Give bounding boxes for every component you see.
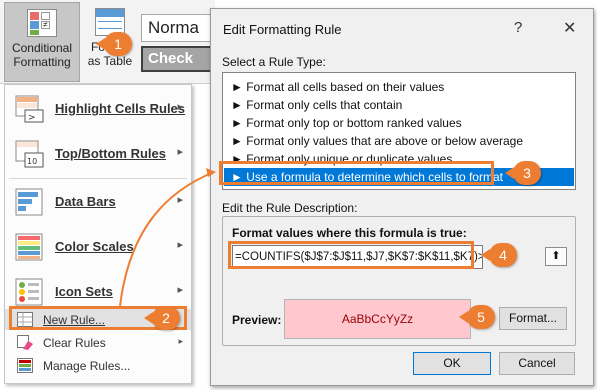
menu-item-label: Color Scales	[55, 239, 134, 254]
collapse-dialog-button[interactable]: ⬆	[545, 247, 567, 266]
menu-item-label: Data Bars	[55, 194, 116, 209]
chevron-right-icon: ▸	[177, 239, 183, 251]
edit-description-label: Edit the Rule Description:	[222, 201, 358, 215]
svg-text:>: >	[28, 113, 36, 123]
menu-item-color-scales[interactable]: Color Scales ▸	[5, 225, 191, 270]
manage-rules-label: Manage Rules...	[43, 359, 131, 373]
menu-item-clear-rules[interactable]: Clear Rules ▸	[5, 332, 191, 353]
rule-type-option[interactable]: ► Format only cells that contain	[224, 96, 574, 114]
help-icon[interactable]: ?	[514, 19, 522, 36]
callout-badge: 5	[459, 305, 495, 329]
conditional-formatting-menu: > Highlight Cells Rules ▸ 10 Top/Bottom …	[4, 84, 192, 384]
icon-sets-icon	[15, 278, 43, 306]
callout-badge: 2	[144, 306, 180, 330]
conditional-formatting-icon: ≠	[27, 9, 57, 37]
eraser-icon	[17, 335, 33, 350]
highlight-cells-icon: >	[15, 95, 44, 123]
cell-style-normal[interactable]: Norma	[141, 14, 215, 42]
preview-label: Preview:	[232, 313, 282, 327]
close-icon[interactable]: ✕	[563, 18, 576, 38]
chevron-right-icon: ▸	[177, 194, 183, 206]
data-bars-icon	[15, 188, 43, 216]
chevron-right-icon: ▸	[177, 146, 183, 158]
chevron-right-icon: ▸	[177, 284, 183, 296]
menu-item-manage-rules[interactable]: Manage Rules...	[5, 355, 191, 376]
chevron-right-icon: ▸	[178, 336, 183, 346]
top-bottom-icon: 10	[15, 140, 44, 168]
callout-badge: 4	[481, 243, 517, 267]
edit-formatting-rule-dialog: Edit Formatting Rule ? ✕ Select a Rule T…	[210, 8, 594, 386]
dialog-title: Edit Formatting Rule	[223, 22, 342, 37]
collapse-arrow-icon: ⬆	[551, 250, 561, 262]
formula-rule-highlight	[219, 161, 494, 185]
chevron-right-icon: ▸	[177, 101, 183, 113]
format-button[interactable]: Format...	[499, 307, 567, 330]
conditional-formatting-label: Conditional Formatting	[11, 41, 73, 69]
cancel-button[interactable]: Cancel	[499, 352, 575, 375]
ok-button[interactable]: OK	[413, 352, 491, 375]
select-rule-type-label: Select a Rule Type:	[222, 55, 326, 69]
rule-type-option[interactable]: ► Format only values that are above or b…	[224, 132, 574, 150]
menu-item-highlight-cells-rules[interactable]: > Highlight Cells Rules ▸	[5, 87, 191, 132]
cell-style-check[interactable]: Check	[141, 46, 215, 72]
menu-item-label: Top/Bottom Rules	[55, 146, 166, 161]
menu-separator	[9, 178, 187, 179]
formula-highlight	[228, 241, 474, 269]
rule-type-option[interactable]: ► Format only top or bottom ranked value…	[224, 114, 574, 132]
rule-type-option[interactable]: ► Format all cells based on their values	[224, 78, 574, 96]
clear-rules-label: Clear Rules	[43, 336, 106, 350]
svg-text:10: 10	[27, 157, 37, 166]
formula-label: Format values where this formula is true…	[232, 226, 467, 240]
menu-item-label: Icon Sets	[55, 284, 113, 299]
conditional-formatting-button[interactable]: ≠ Conditional Formatting	[4, 2, 80, 82]
menu-item-data-bars[interactable]: Data Bars ▸	[5, 180, 191, 225]
menu-item-top-bottom-rules[interactable]: 10 Top/Bottom Rules ▸	[5, 132, 191, 177]
callout-badge: 1	[96, 32, 132, 56]
callout-badge: 3	[505, 161, 541, 185]
format-preview: AaBbCcYyZz	[284, 299, 471, 339]
manage-rules-icon	[17, 358, 33, 373]
menu-item-label: Highlight Cells Rules	[55, 101, 186, 116]
color-scales-icon	[15, 233, 43, 261]
